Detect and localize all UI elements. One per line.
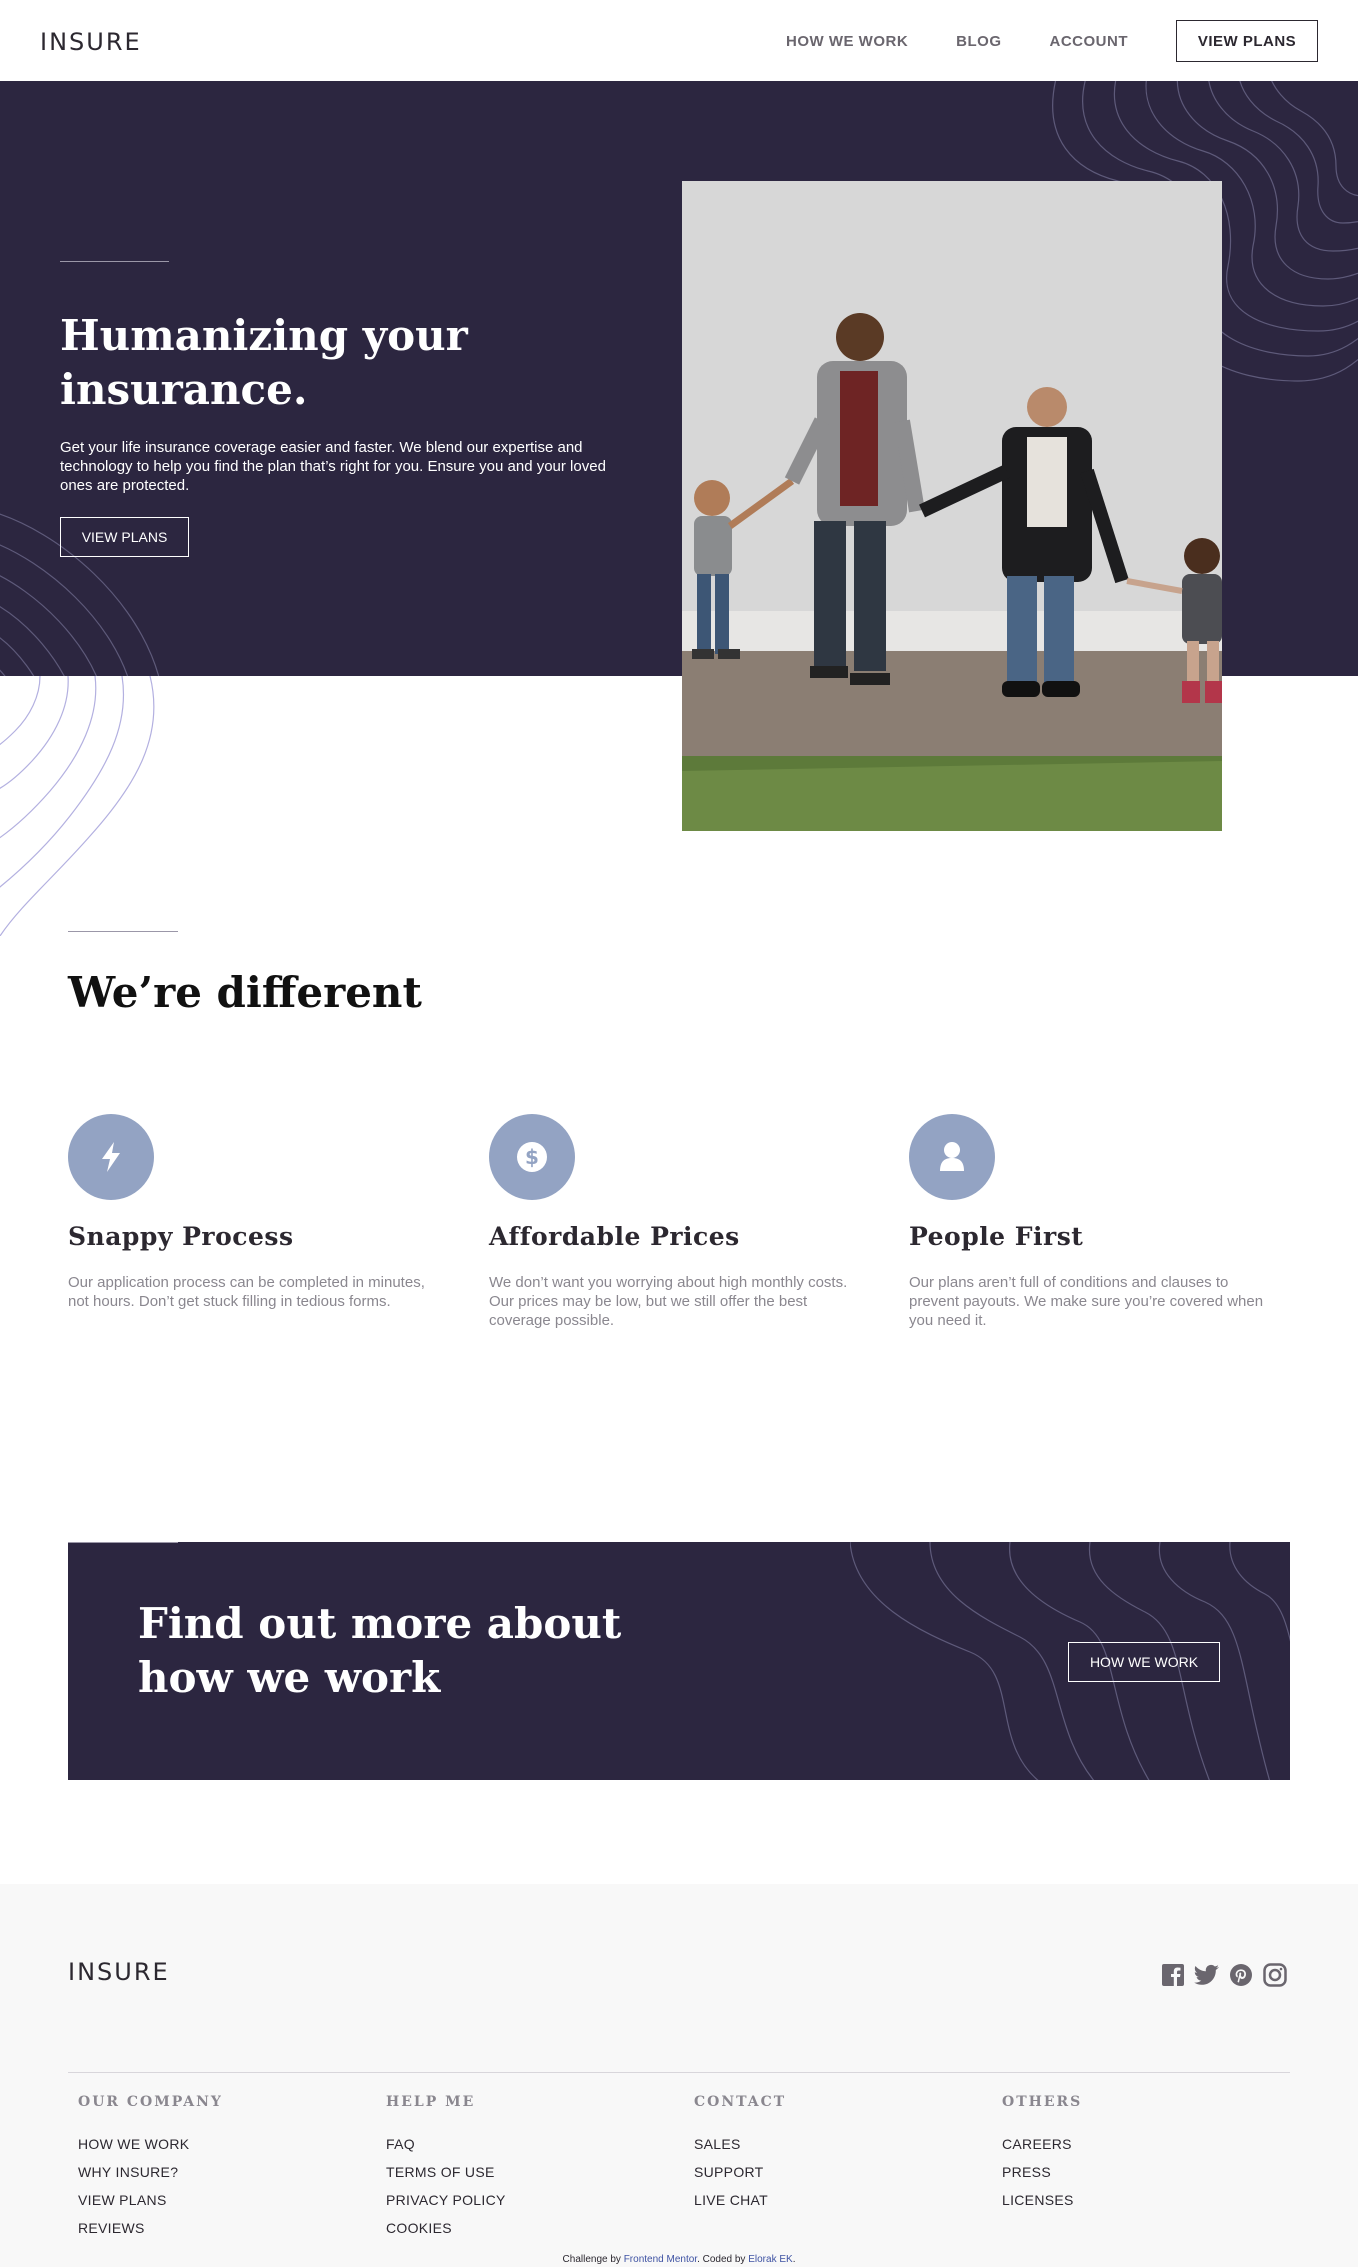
feature-text: Our application process can be completed… [68,1274,425,1310]
nav-link-blog[interactable]: BLOG [956,33,1001,50]
attribution-suffix: . [792,2254,796,2265]
attribution-middle: . Coded by [697,2254,746,2265]
footer-link[interactable]: REVIEWS [78,2220,378,2236]
cta-accent-line [68,1542,178,1543]
facebook-icon[interactable] [1160,1962,1186,1988]
footer-logo[interactable]: INSURE [68,1958,170,1986]
hero-title: Humanizing your insurance. [60,311,468,414]
view-plans-button[interactable]: VIEW PLANS [1176,20,1318,62]
svg-text:$: $ [525,1145,539,1169]
hero-family-photo [682,181,1222,831]
footer-column-contact: CONTACT SALES SUPPORT LIVE CHAT [694,2094,994,2208]
footer-link[interactable]: HOW WE WORK [78,2136,378,2152]
footer-column-others: OTHERS CAREERS PRESS LICENSES [1002,2094,1302,2208]
nav-links: HOW WE WORK BLOG ACCOUNT VIEW PLANS [738,20,1318,62]
top-nav: INSURE HOW WE WORK BLOG ACCOUNT VIEW PLA… [0,0,1358,81]
feature-people-first: People First Our plans aren’t full of co… [909,1114,1269,1330]
footer-divider [68,2072,1290,2073]
feature-text: Our plans aren’t full of conditions and … [909,1274,1264,1329]
feature-title: People First [909,1222,1084,1251]
hero-accent-line [60,261,169,262]
hero-view-plans-button[interactable]: VIEW PLANS [60,517,189,557]
social-links [1152,1962,1288,1988]
footer-link[interactable]: TERMS OF USE [386,2164,686,2180]
lightning-icon [68,1114,154,1200]
cta-title: Find out more about how we work [138,1599,622,1702]
footer-link[interactable]: LICENSES [1002,2192,1302,2208]
twitter-icon[interactable] [1194,1962,1220,1988]
how-we-work-button[interactable]: HOW WE WORK [1068,1642,1220,1682]
hero-description: Get your life insurance coverage easier … [60,439,606,494]
logo[interactable]: INSURE [40,28,142,56]
feature-snappy-process: Snappy Process Our application process c… [68,1114,428,1311]
footer-column-our-company: OUR COMPANY HOW WE WORK WHY INSURE? VIEW… [78,2094,378,2236]
instagram-icon[interactable] [1262,1962,1288,1988]
frontend-mentor-link[interactable]: Frontend Mentor [624,2254,697,2265]
footer: INSURE OUR COMPANY HOW WE WORK WHY INSUR… [0,1884,1358,2267]
footer-link[interactable]: SALES [694,2136,994,2152]
attribution-prefix: Challenge by [562,2254,621,2265]
section-accent-line [68,931,178,932]
attribution: Challenge by Frontend Mentor. Coded by E… [0,2254,1358,2265]
footer-link[interactable]: SUPPORT [694,2164,994,2180]
footer-link[interactable]: PRIVACY POLICY [386,2192,686,2208]
nav-link-account[interactable]: ACCOUNT [1050,33,1129,50]
nav-link-how-we-work[interactable]: HOW WE WORK [786,33,908,50]
author-link[interactable]: Elorak EK [748,2254,792,2265]
person-icon [909,1114,995,1200]
feature-affordable-prices: $ Affordable Prices We don’t want you wo… [489,1114,849,1330]
feature-title: Affordable Prices [489,1222,740,1251]
footer-link[interactable]: VIEW PLANS [78,2192,378,2208]
feature-text: We don’t want you worrying about high mo… [489,1274,848,1329]
dollar-icon: $ [489,1114,575,1200]
footer-link[interactable]: WHY INSURE? [78,2164,378,2180]
footer-column-heading: OTHERS [1002,2094,1083,2110]
footer-column-heading: HELP ME [386,2094,476,2110]
section-title-different: We’re different [68,968,422,1017]
footer-column-help-me: HELP ME FAQ TERMS OF USE PRIVACY POLICY … [386,2094,686,2236]
footer-link[interactable]: FAQ [386,2136,686,2152]
footer-link[interactable]: CAREERS [1002,2136,1302,2152]
feature-title: Snappy Process [68,1222,294,1251]
footer-column-heading: CONTACT [694,2094,787,2110]
cta-banner: Find out more about how we work HOW WE W… [68,1542,1290,1780]
footer-column-heading: OUR COMPANY [78,2094,223,2110]
footer-link[interactable]: COOKIES [386,2220,686,2236]
footer-link[interactable]: PRESS [1002,2164,1302,2180]
footer-link[interactable]: LIVE CHAT [694,2192,994,2208]
contour-decoration-below-hero [0,676,155,936]
pinterest-icon[interactable] [1228,1962,1254,1988]
